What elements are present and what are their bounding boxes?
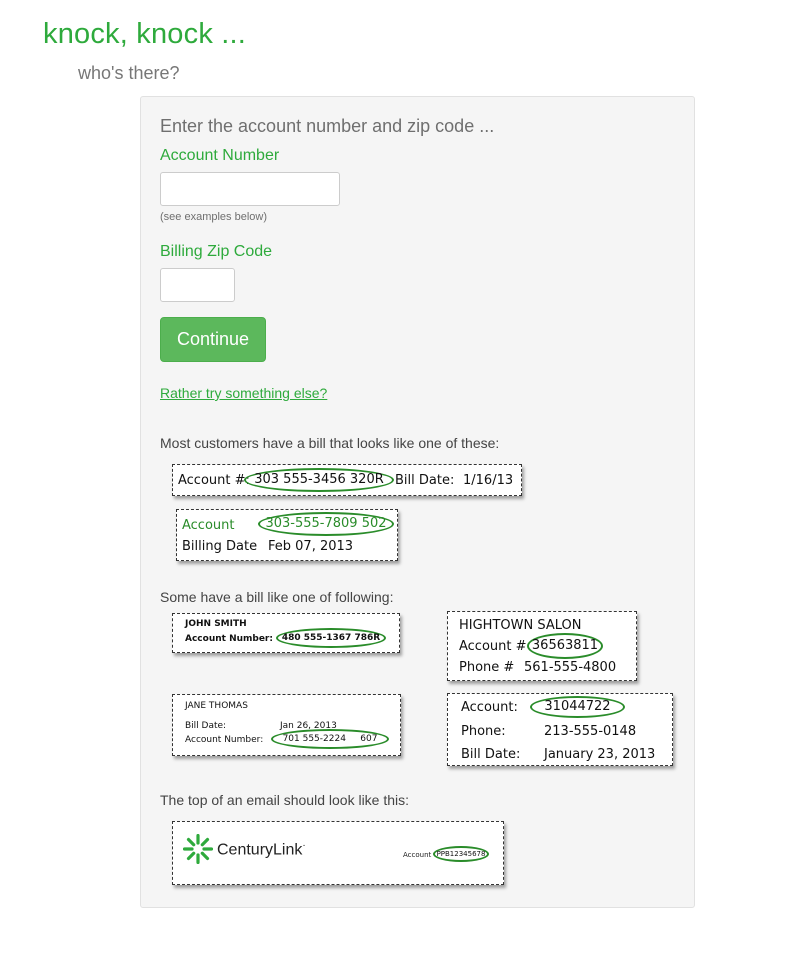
- bill5-account-number: 701 555-2224 607: [271, 729, 389, 749]
- examples-intro-some: Some have a bill like one of following:: [160, 589, 394, 605]
- bill5-date-label: Bill Date:: [185, 721, 227, 731]
- form-prompt: Enter the account number and zip code ..…: [160, 116, 495, 136]
- account-number-help: (see examples below): [160, 211, 267, 223]
- bill6-account-number: 31044722: [530, 696, 625, 718]
- bill2-date-label: Billing Date: [182, 539, 258, 554]
- brand-name: CenturyLink: [217, 841, 303, 859]
- bill4-account-number: 36563811: [527, 633, 603, 659]
- bill2-account-number: 303-555-7809 502: [258, 512, 394, 536]
- bill2-date: Feb 07, 2013: [268, 539, 354, 554]
- bill4-account-label: Account #: [459, 639, 527, 654]
- bill-example-1: Account #: 303 555-3456 320R Bill Date: …: [172, 464, 522, 496]
- bill4-phone: 561-555-4800: [524, 660, 617, 675]
- bill3-account-number: 480 555-1367 786R: [276, 628, 386, 648]
- bill-example-2: Account 303-555-7809 502 Billing Date Fe…: [176, 509, 398, 561]
- continue-button[interactable]: Continue: [160, 317, 266, 362]
- bill3-account-label: Account Number:: [185, 634, 273, 644]
- bill6-date: January 23, 2013: [544, 747, 656, 762]
- examples-intro-most: Most customers have a bill that looks li…: [160, 435, 500, 451]
- centurylink-logo-icon: [182, 833, 214, 865]
- bill4-phone-label: Phone #: [459, 660, 515, 675]
- account-number-label: Account Number: [160, 147, 280, 164]
- bill6-date-label: Bill Date:: [461, 747, 521, 762]
- bill1-date-label: Bill Date:: [395, 473, 455, 488]
- bill-example-5: JANE THOMAS Bill Date: Jan 26, 2013 Acco…: [172, 694, 401, 756]
- zip-code-label: Billing Zip Code: [160, 243, 273, 260]
- page-subtitle: who's there?: [78, 63, 180, 83]
- bill2-account-label: Account: [182, 518, 235, 533]
- centurylink-brand: CenturyLink·: [217, 840, 306, 859]
- bill5-account-label: Account Number:: [185, 735, 264, 745]
- email-account-number: PPB12345678: [433, 846, 489, 862]
- brand-mark: ·: [302, 840, 306, 851]
- bill1-account-label: Account #:: [178, 473, 250, 488]
- page-title: knock, knock ...: [43, 18, 247, 50]
- bill3-name: JOHN SMITH: [185, 619, 247, 629]
- bill-example-4: HIGHTOWN SALON Account # 36563811 Phone …: [447, 611, 637, 681]
- try-something-else-link[interactable]: Rather try something else?: [160, 385, 327, 401]
- account-number-input[interactable]: [160, 172, 340, 206]
- examples-intro-email: The top of an email should look like thi…: [160, 792, 410, 808]
- bill6-account-label: Account:: [461, 700, 518, 715]
- bill4-name: HIGHTOWN SALON: [459, 618, 582, 633]
- bill1-date: 1/16/13: [463, 473, 514, 488]
- bill6-phone: 213-555-0148: [544, 724, 637, 739]
- bill6-phone-label: Phone:: [461, 724, 506, 739]
- lookup-panel: Enter the account number and zip code ..…: [140, 96, 695, 908]
- email-example: CenturyLink· Account PPB12345678: [172, 821, 504, 885]
- zip-code-input[interactable]: [160, 268, 235, 302]
- bill1-account-number: 303 555-3456 320R: [244, 468, 394, 492]
- bill-example-3: JOHN SMITH Account Number: 480 555-1367 …: [172, 613, 400, 653]
- bill-example-6: Account: 31044722 Phone: 213-555-0148 Bi…: [447, 693, 673, 766]
- email-account-label: Account: [403, 851, 432, 859]
- bill5-name: JANE THOMAS: [185, 701, 248, 711]
